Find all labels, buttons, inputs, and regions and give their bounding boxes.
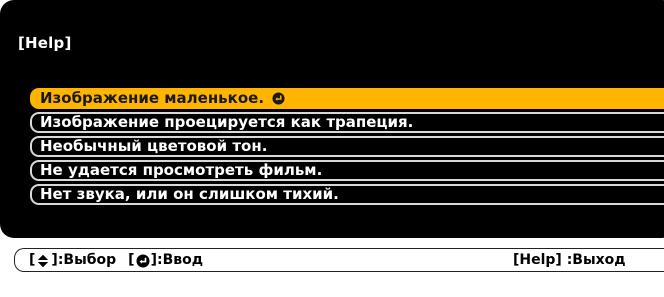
key-hints: [ ] :Выбор [ ] :Ввод bbox=[29, 252, 203, 268]
menu-item-label: Нет звука, или он слишком тихий. bbox=[40, 185, 339, 203]
help-menu-panel: [Help] Изображение маленькое. Изображени… bbox=[0, 0, 664, 238]
enter-icon bbox=[272, 92, 285, 105]
menu-item-label: Изображение проецируется как трапеция. bbox=[40, 113, 414, 131]
help-item-unusual-color[interactable]: Необычный цветовой тон. bbox=[30, 136, 664, 157]
enter-hint-label: :Ввод bbox=[156, 252, 204, 268]
bracket-open: [ bbox=[29, 252, 36, 268]
select-hint: [ ] :Выбор bbox=[29, 252, 116, 268]
help-topic-list: Изображение маленькое. Изображение проец… bbox=[30, 88, 664, 208]
exit-hint: [Help] :Выход bbox=[513, 252, 626, 268]
menu-item-label: Необычный цветовой тон. bbox=[40, 137, 268, 155]
status-bar: [ ] :Выбор [ ] :Ввод [Help] :Выход bbox=[14, 248, 664, 272]
help-item-image-small[interactable]: Изображение маленькое. bbox=[30, 88, 664, 109]
bracket-open: [ bbox=[128, 252, 135, 268]
help-item-keystone[interactable]: Изображение проецируется как трапеция. bbox=[30, 112, 664, 133]
enter-icon bbox=[136, 254, 150, 268]
help-item-no-sound[interactable]: Нет звука, или он слишком тихий. bbox=[30, 184, 664, 205]
up-down-arrow-icon bbox=[38, 254, 49, 268]
enter-hint: [ ] :Ввод bbox=[128, 252, 203, 268]
select-hint-label: :Выбор bbox=[57, 252, 117, 268]
menu-item-label: Изображение маленькое. bbox=[40, 89, 265, 107]
menu-item-label: Не удается просмотреть фильм. bbox=[40, 161, 323, 179]
help-title: [Help] bbox=[18, 34, 72, 52]
help-item-no-movie[interactable]: Не удается просмотреть фильм. bbox=[30, 160, 664, 181]
